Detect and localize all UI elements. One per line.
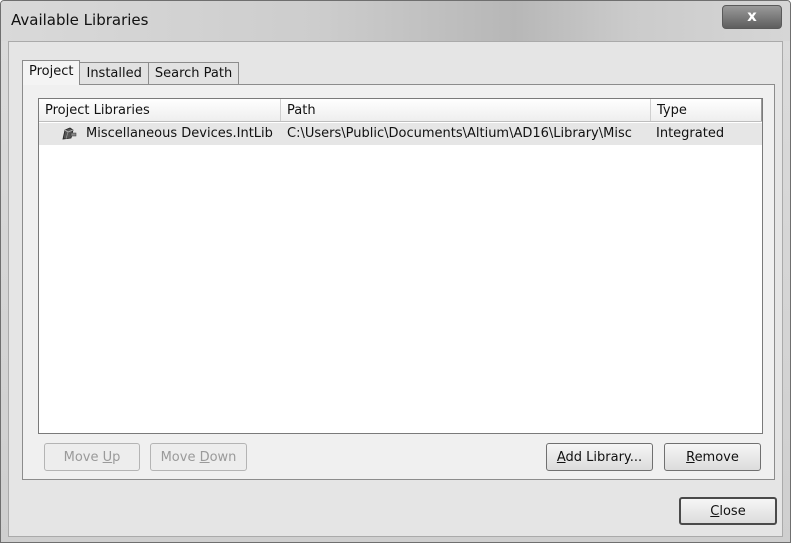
move-up-accelerator: U <box>102 450 113 465</box>
tab-strip: Project Installed Search Path <box>22 60 240 85</box>
remove-button[interactable]: Remove <box>664 443 761 471</box>
project-libraries-list[interactable]: Project Libraries Path Type Miscellaneou… <box>38 98 763 434</box>
title-bar[interactable]: Available Libraries x <box>1 1 790 41</box>
close-label-rest: lose <box>719 504 746 519</box>
remove-label-rest: emove <box>694 450 739 465</box>
library-name-cell: Miscellaneous Devices.IntLib <box>86 126 273 141</box>
table-row[interactable]: Miscellaneous Devices.IntLib C:\Users\Pu… <box>39 123 762 145</box>
integrated-library-icon <box>62 127 77 140</box>
column-header-type[interactable]: Type <box>651 99 762 121</box>
close-button[interactable]: Close <box>679 497 777 525</box>
move-up-button[interactable]: Move Up <box>44 443 140 471</box>
library-path-cell: C:\Users\Public\Documents\Altium\AD16\Li… <box>287 126 632 141</box>
dialog-title: Available Libraries <box>11 11 149 29</box>
move-up-label: Move <box>63 450 103 465</box>
add-library-button[interactable]: Add Library... <box>546 443 653 471</box>
column-header-project-libraries[interactable]: Project Libraries <box>39 99 281 121</box>
close-window-button[interactable]: x <box>722 5 782 29</box>
library-type-cell: Integrated <box>656 126 725 141</box>
close-accelerator: C <box>710 504 720 519</box>
list-header: Project Libraries Path Type <box>39 99 762 122</box>
remove-accelerator: R <box>686 450 695 465</box>
add-library-accelerator: A <box>556 450 566 465</box>
tab-search-path[interactable]: Search Path <box>147 62 240 85</box>
move-up-label-rest: p <box>112 450 121 465</box>
move-down-label-rest: own <box>209 450 237 465</box>
add-library-label-rest: dd Library... <box>565 450 643 465</box>
tab-installed[interactable]: Installed <box>79 62 149 85</box>
close-icon: x <box>747 7 757 25</box>
column-header-path[interactable]: Path <box>281 99 651 121</box>
tab-project[interactable]: Project <box>22 60 81 85</box>
move-down-button[interactable]: Move Down <box>150 443 247 471</box>
move-down-accelerator: D <box>199 450 210 465</box>
move-down-label: Move <box>160 450 200 465</box>
